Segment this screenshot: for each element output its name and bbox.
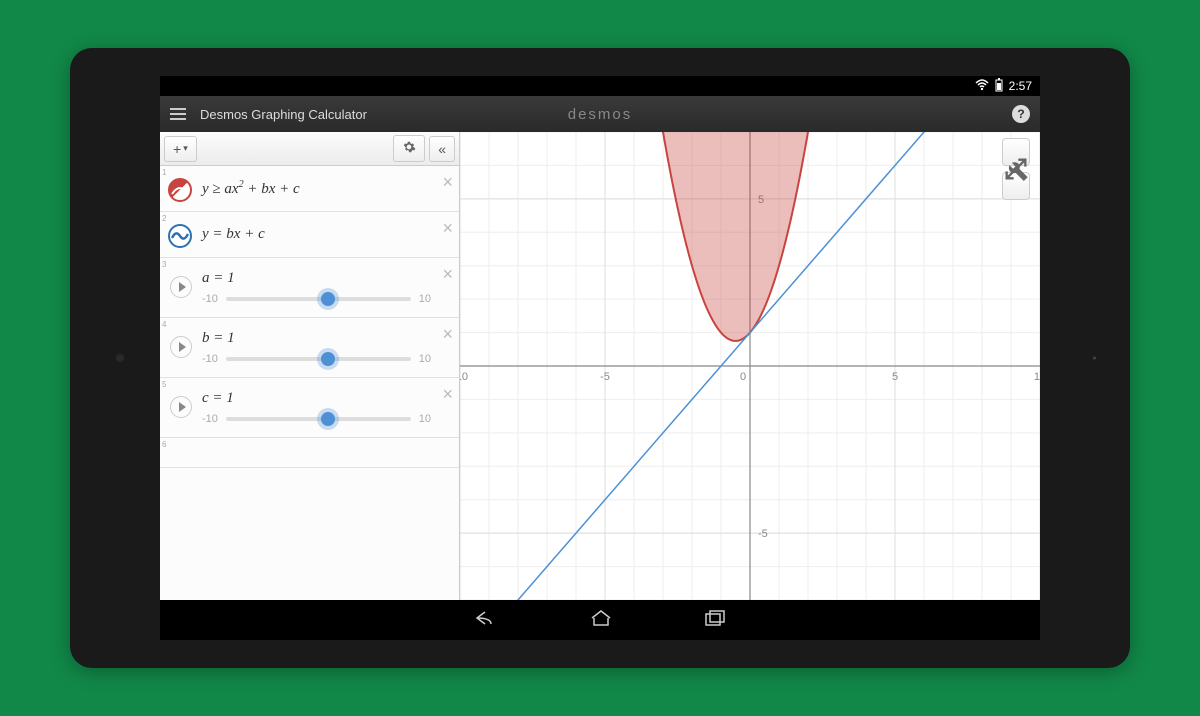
battery-icon <box>995 78 1003 95</box>
svg-text:-10: -10 <box>460 371 468 383</box>
title-bar: Desmos Graphing Calculator desmos ? <box>160 96 1040 132</box>
slider-track[interactable] <box>226 357 411 361</box>
plus-icon: + <box>173 141 181 157</box>
gear-icon <box>402 140 416 157</box>
chevron-left-icon: « <box>438 141 446 157</box>
settings-button[interactable] <box>393 135 425 162</box>
expression-text: y = bx + c <box>202 226 431 243</box>
content-area: + ▾ « 1 <box>160 132 1040 600</box>
delete-expression-button[interactable]: × <box>442 218 453 239</box>
expression-panel: + ▾ « 1 <box>160 132 460 600</box>
hamburger-icon[interactable] <box>160 108 196 120</box>
play-slider-button[interactable] <box>170 336 192 358</box>
svg-text:0: 0 <box>740 371 746 383</box>
slider-track[interactable] <box>226 297 411 301</box>
svg-text:10: 10 <box>1034 371 1040 383</box>
back-button[interactable] <box>473 608 499 633</box>
home-button[interactable] <box>589 608 613 633</box>
expression-text: y ≥ ax2 + bx + c <box>202 179 431 198</box>
screen: 2:57 Desmos Graphing Calculator desmos ?… <box>160 76 1040 640</box>
svg-text:-5: -5 <box>758 528 768 540</box>
slider-row[interactable]: 3 a = 1 -10 10 × <box>160 258 459 318</box>
svg-text:5: 5 <box>892 371 898 383</box>
slider-equation: b = 1 <box>202 330 431 347</box>
android-nav-bar <box>160 600 1040 640</box>
delete-expression-button[interactable]: × <box>442 172 453 193</box>
delete-expression-button[interactable]: × <box>442 324 453 345</box>
add-expression-button[interactable]: + ▾ <box>164 136 197 162</box>
status-bar: 2:57 <box>160 76 1040 96</box>
zoom-fit-button[interactable] <box>1002 172 1030 200</box>
expression-row[interactable]: 1 y ≥ ax2 + bx + c × <box>160 166 459 212</box>
expression-row[interactable]: 2 y = bx + c × <box>160 212 459 258</box>
row-number: 4 <box>160 318 168 331</box>
help-button[interactable]: ? <box>1012 105 1030 123</box>
delete-expression-button[interactable]: × <box>442 384 453 405</box>
slider-min: -10 <box>202 413 218 425</box>
graph-canvas[interactable]: -10-5510-550 <box>460 132 1040 600</box>
row-number: 5 <box>160 378 168 391</box>
collapse-panel-button[interactable]: « <box>429 136 455 162</box>
app-title: Desmos Graphing Calculator <box>200 107 367 122</box>
tablet-frame: 2:57 Desmos Graphing Calculator desmos ?… <box>70 48 1130 668</box>
slider-knob[interactable] <box>321 292 335 306</box>
app: Desmos Graphing Calculator desmos ? + ▾ <box>160 96 1040 600</box>
wifi-icon <box>975 79 989 94</box>
slider-max: 10 <box>419 353 431 365</box>
play-slider-button[interactable] <box>170 396 192 418</box>
recent-apps-button[interactable] <box>703 608 727 633</box>
slider-track[interactable] <box>226 417 411 421</box>
graph-svg: -10-5510-550 <box>460 132 1040 600</box>
slider-equation: a = 1 <box>202 270 431 287</box>
caret-down-icon: ▾ <box>183 143 188 154</box>
row-number: 2 <box>160 212 168 225</box>
brand-logo: desmos <box>568 106 633 123</box>
clock: 2:57 <box>1009 79 1032 93</box>
play-slider-button[interactable] <box>170 276 192 298</box>
row-number: 1 <box>160 166 168 179</box>
expression-color-icon[interactable] <box>168 178 192 202</box>
camera <box>114 352 126 364</box>
power-indicator <box>1093 357 1096 360</box>
row-number: 3 <box>160 258 168 271</box>
slider-row[interactable]: 5 c = 1 -10 10 × <box>160 378 459 438</box>
slider-knob[interactable] <box>321 352 335 366</box>
expression-list: 1 y ≥ ax2 + bx + c × 2 <box>160 166 459 600</box>
expression-color-icon[interactable] <box>168 224 192 248</box>
slider-max: 10 <box>419 413 431 425</box>
slider-max: 10 <box>419 293 431 305</box>
delete-expression-button[interactable]: × <box>442 264 453 285</box>
expression-toolbar: + ▾ « <box>160 132 459 166</box>
svg-text:-5: -5 <box>600 371 610 383</box>
row-number: 6 <box>160 438 168 451</box>
empty-expression-row[interactable]: 6 <box>160 438 459 468</box>
slider-equation: c = 1 <box>202 390 431 407</box>
slider-min: -10 <box>202 353 218 365</box>
slider-min: -10 <box>202 293 218 305</box>
slider-knob[interactable] <box>321 412 335 426</box>
slider-row[interactable]: 4 b = 1 -10 10 × <box>160 318 459 378</box>
